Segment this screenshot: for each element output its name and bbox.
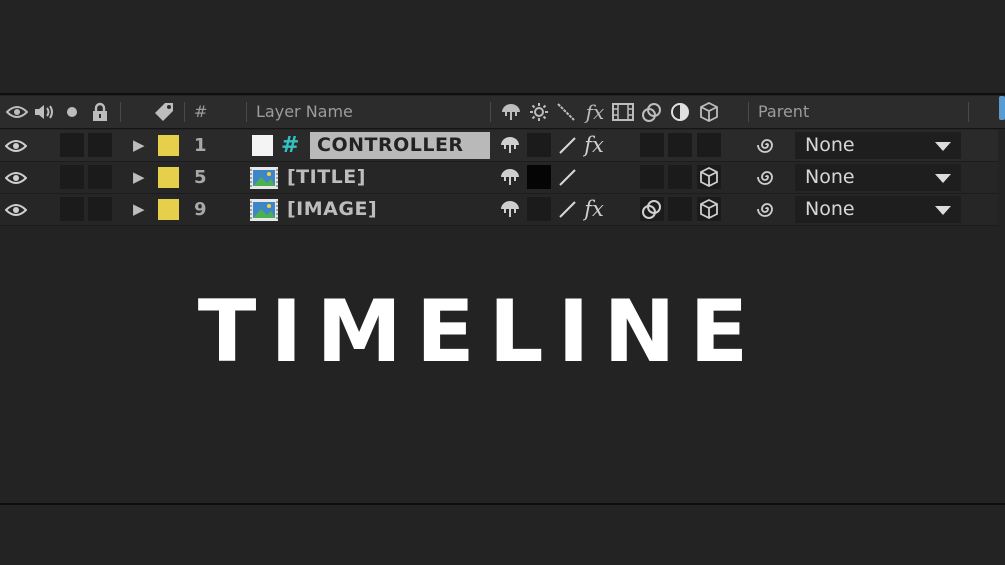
pick-whip-icon[interactable]	[755, 197, 779, 221]
header-divider	[748, 102, 749, 122]
3d-cube-icon[interactable]	[697, 197, 721, 221]
solo-switch[interactable]	[60, 133, 84, 157]
frame-blend-icon[interactable]	[611, 96, 635, 128]
layer-name[interactable]: [TITLE]	[287, 162, 366, 193]
fx-icon[interactable]: fx	[582, 96, 608, 128]
pick-whip-icon[interactable]	[755, 165, 779, 189]
timeline-title-overlay: TIMELINE	[197, 282, 763, 382]
chevron-down-icon	[935, 174, 951, 183]
pick-whip-icon[interactable]	[755, 133, 779, 157]
layer-name[interactable]: CONTROLLER	[317, 130, 464, 161]
fx-switch-icon[interactable]: fx	[582, 197, 606, 221]
column-parent-header[interactable]: Parent	[758, 96, 809, 128]
lock-switch[interactable]	[88, 165, 112, 189]
null-hash-icon: #	[281, 133, 300, 158]
chevron-down-icon	[935, 206, 951, 215]
solo-switch[interactable]	[60, 165, 84, 189]
3d-cube-icon[interactable]	[697, 165, 721, 189]
speaker-icon[interactable]	[32, 96, 56, 128]
motion-blur-switch[interactable]	[640, 133, 664, 157]
header-divider	[968, 102, 969, 122]
parent-value: None	[805, 166, 855, 188]
expand-triangle-icon[interactable]: ▶	[133, 194, 145, 225]
chevron-down-icon	[935, 142, 951, 151]
label-tag-icon[interactable]	[150, 96, 178, 128]
label-color-chip[interactable]	[158, 167, 179, 188]
motion-blur-icon[interactable]	[640, 96, 664, 128]
header-divider	[246, 102, 247, 122]
header-divider	[120, 102, 121, 122]
visibility-eye-icon[interactable]	[4, 162, 28, 193]
lock-switch[interactable]	[88, 197, 112, 221]
visibility-eye-icon[interactable]	[4, 130, 28, 161]
motion-blur-icon[interactable]	[640, 197, 664, 221]
visibility-eye-icon[interactable]	[4, 194, 28, 225]
layer-name[interactable]: [IMAGE]	[287, 194, 377, 225]
shy-switch-icon[interactable]	[498, 197, 522, 221]
collapse-switch[interactable]	[527, 197, 551, 221]
expand-triangle-icon[interactable]: ▶	[133, 130, 145, 161]
column-number-header[interactable]: #	[194, 96, 207, 128]
shy-switch-icon[interactable]	[498, 165, 522, 189]
parent-dropdown[interactable]: None	[795, 196, 961, 223]
quality-switch-icon[interactable]	[555, 165, 579, 189]
lock-switch[interactable]	[88, 133, 112, 157]
collapse-switch[interactable]	[527, 165, 551, 189]
3d-cube-icon[interactable]	[697, 96, 721, 128]
solo-switch[interactable]	[60, 197, 84, 221]
parent-value: None	[805, 134, 855, 156]
layer-number: 1	[194, 135, 207, 156]
quality-icon[interactable]	[555, 96, 577, 128]
layer-row-image[interactable]: ▶ 9 [IMAGE] fx None	[0, 194, 998, 226]
collapse-sun-icon[interactable]	[528, 96, 550, 128]
adjustment-icon[interactable]	[668, 96, 692, 128]
layer-row-controller[interactable]: ▶ 1 # CONTROLLER fx None	[0, 130, 998, 162]
layer-number: 5	[194, 167, 207, 188]
label-color-chip[interactable]	[158, 135, 179, 156]
footage-image-icon	[249, 166, 279, 194]
parent-dropdown[interactable]: None	[795, 132, 961, 159]
layer-row-title[interactable]: ▶ 5 [TITLE] None	[0, 162, 998, 194]
collapse-switch[interactable]	[527, 133, 551, 157]
parent-value: None	[805, 198, 855, 220]
layer-number: 9	[194, 199, 207, 220]
timeline-scrollbar[interactable]	[999, 96, 1005, 120]
adjustment-switch[interactable]	[668, 197, 692, 221]
adjustment-switch[interactable]	[668, 133, 692, 157]
motion-blur-switch[interactable]	[640, 165, 664, 189]
fx-switch-icon[interactable]: fx	[582, 133, 606, 157]
timeline-header: # Layer Name fx Parent	[0, 96, 1005, 129]
eye-icon[interactable]	[5, 96, 29, 128]
quality-switch-icon[interactable]	[555, 197, 579, 221]
shy-icon[interactable]	[499, 96, 523, 128]
label-color-chip[interactable]	[158, 199, 179, 220]
fx-switch-icon[interactable]	[582, 165, 606, 189]
panel-bottom-border	[0, 503, 1005, 505]
3d-switch[interactable]	[697, 133, 721, 157]
column-layer-name-header[interactable]: Layer Name	[256, 96, 353, 128]
expand-triangle-icon[interactable]: ▶	[133, 162, 145, 193]
header-divider	[184, 102, 185, 122]
null-layer-swatch	[252, 135, 273, 156]
lock-icon[interactable]	[89, 96, 111, 128]
adjustment-switch[interactable]	[668, 165, 692, 189]
parent-dropdown[interactable]: None	[795, 164, 961, 191]
header-divider	[490, 102, 491, 122]
solo-dot-icon[interactable]	[62, 96, 82, 128]
shy-switch-icon[interactable]	[498, 133, 522, 157]
panel-top-border	[0, 93, 1005, 95]
footage-image-icon	[249, 198, 279, 226]
quality-switch-icon[interactable]	[555, 133, 579, 157]
